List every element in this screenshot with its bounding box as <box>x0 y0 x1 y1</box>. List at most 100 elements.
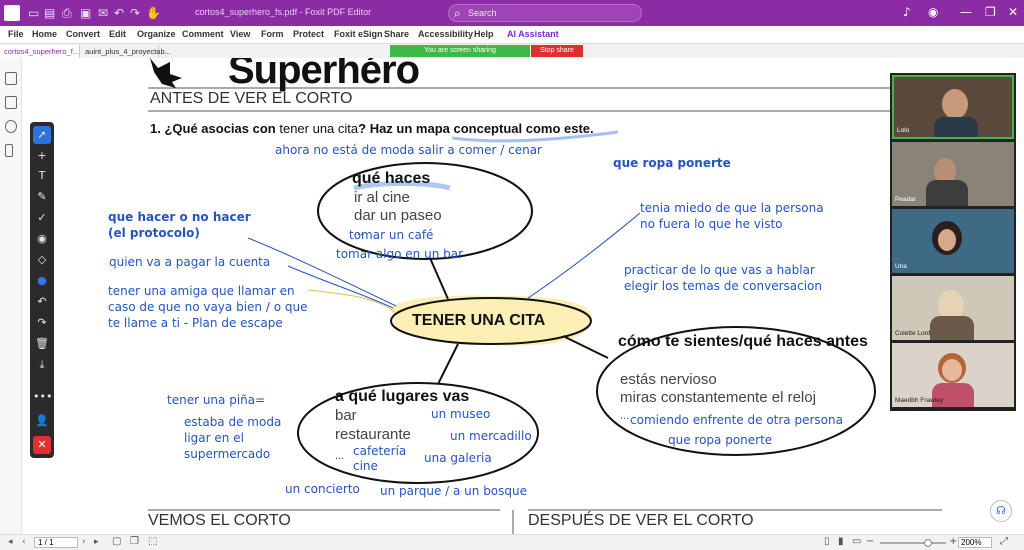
menu-share[interactable]: Share <box>384 29 409 39</box>
pages-icon[interactable] <box>5 96 17 109</box>
zoom-slider-handle[interactable] <box>924 539 932 547</box>
undo-icon[interactable]: ↶ <box>114 6 124 20</box>
notifications-icon[interactable]: ♪ <box>903 5 911 19</box>
redo-icon[interactable]: ↷ <box>130 6 140 20</box>
annotation-text: caso de que no vaya bien / o que <box>108 300 308 314</box>
page-number-input[interactable]: 1 / 1 <box>34 537 78 548</box>
continuous-icon[interactable]: ▮ <box>838 536 844 547</box>
node-right-title: cómo te sientes/qué haces antes <box>618 333 868 350</box>
search-box[interactable]: ⌕ Search <box>448 4 642 22</box>
download-tool-icon[interactable]: ⤓ <box>33 356 51 374</box>
menu-foxit-esign[interactable]: Foxit eSign <box>334 29 383 39</box>
menu-convert[interactable]: Convert <box>66 29 100 39</box>
menu-organize[interactable]: Organize <box>137 29 176 39</box>
menu-help[interactable]: Help <box>474 29 494 39</box>
menu-form[interactable]: Form <box>261 29 284 39</box>
tab-cortos4[interactable]: cortos4_superhero_f... <box>0 45 80 58</box>
participant-tile[interactable]: Peadar <box>892 142 1014 206</box>
menu-view[interactable]: View <box>230 29 250 39</box>
help-headset-icon[interactable]: ☊ <box>990 500 1012 522</box>
fullscreen-icon[interactable]: ⤢ <box>1000 536 1008 547</box>
section-after-heading: DESPUÉS DE VER EL CORTO <box>528 512 754 529</box>
sharing-message: You are screen sharing <box>424 47 496 54</box>
more-options-icon[interactable]: ••• <box>33 388 52 406</box>
participant-tile[interactable]: Colette Lord <box>892 276 1014 340</box>
prev-page-icon[interactable]: ‹ <box>22 537 26 547</box>
participant-name: Una <box>895 263 907 270</box>
account-icon[interactable]: ◉ <box>928 5 938 19</box>
view-mode-icon[interactable]: ❐ <box>130 536 139 547</box>
next-page-icon[interactable]: › <box>82 537 86 547</box>
color-picker-icon[interactable]: ● <box>33 272 51 290</box>
single-page-icon[interactable]: ▯ <box>824 536 830 547</box>
close-toolbox-icon[interactable]: ✕ <box>33 436 51 454</box>
participant-tile[interactable]: Una <box>892 209 1014 273</box>
stop-share-button[interactable]: Stop share <box>531 45 583 57</box>
menu-home[interactable]: Home <box>32 29 57 39</box>
question-number: 1. <box>150 121 161 136</box>
zoom-out-icon[interactable]: − <box>866 536 874 547</box>
save-icon[interactable]: ▣ <box>80 6 91 20</box>
participant-tile[interactable]: Lolo <box>892 75 1014 139</box>
participant-body <box>934 117 978 137</box>
rotate-icon[interactable]: ⬚ <box>148 536 157 547</box>
participant-body <box>926 180 968 206</box>
zoom-in-icon[interactable]: + <box>949 536 957 547</box>
bookmark-icon[interactable] <box>5 72 17 85</box>
document-title: cortos4_superhero_fs.pdf - Foxit PDF Edi… <box>195 7 372 17</box>
annotation-text: elegir los temas de conversacion <box>624 279 822 293</box>
mail-icon[interactable]: ✉ <box>98 6 108 20</box>
attachment-icon[interactable] <box>5 144 13 157</box>
pen-tool-icon[interactable]: ✎ <box>33 188 51 206</box>
redo-tool-icon[interactable]: ↷ <box>33 314 51 332</box>
add-tool-icon[interactable]: + <box>33 147 51 165</box>
node-right-ellipsis: ... <box>620 410 630 422</box>
menu-ai-assistant[interactable]: AI Assistant <box>507 29 559 39</box>
menu-accessibility[interactable]: Accessibility <box>418 29 473 39</box>
video-call-panel: Lolo Peadar Una Colette Lord Maedbh Fraw… <box>890 73 1016 411</box>
close-icon[interactable]: ✕ <box>1008 5 1018 19</box>
select-tool-icon[interactable]: ➚ <box>33 126 51 144</box>
text-tool-icon[interactable]: T <box>33 167 51 185</box>
check-tool-icon[interactable]: ✓ <box>33 209 51 227</box>
question-part-2: tener una cita <box>279 121 359 136</box>
tab-label: cortos4_superhero_f... <box>4 47 80 56</box>
fit-page-icon[interactable]: ▢ <box>112 536 121 547</box>
menu-comment[interactable]: Comment <box>182 29 224 39</box>
restore-icon[interactable]: ❐ <box>985 5 996 19</box>
comments-icon[interactable] <box>5 120 17 133</box>
annotation-text: ahora no está de moda salir a comer / ce… <box>275 143 542 157</box>
undo-tool-icon[interactable]: ↶ <box>33 293 51 311</box>
left-navigation-rail <box>0 58 22 534</box>
stop-share-label: Stop share <box>540 47 574 54</box>
people-icon[interactable]: 👤 <box>33 412 51 430</box>
delete-tool-icon[interactable]: 🗑 <box>33 335 51 353</box>
zoom-level-select[interactable]: 200% <box>958 537 992 548</box>
minimize-icon[interactable]: — <box>960 5 972 19</box>
annotation-text: que hacer o no hacer <box>108 210 251 224</box>
annotation-text: un concierto <box>285 482 360 496</box>
participant-name: Colette Lord <box>895 330 931 337</box>
zoom-slider[interactable] <box>880 539 946 547</box>
last-page-icon[interactable]: ▸ <box>94 537 99 547</box>
node-right-item: miras constantemente el reloj <box>620 389 816 406</box>
title-bar: ▭ ▤ ⎙ ▣ ✉ ↶ ↷ ✋ cortos4_superhero_fs.pdf… <box>0 0 1024 26</box>
stamp-tool-icon[interactable]: ◉ <box>33 230 51 248</box>
tab-auint-plus[interactable]: auint_plus_4_proyectab... <box>81 45 171 58</box>
folder-icon[interactable]: ▤ <box>44 6 55 20</box>
annotation-text: que ropa ponerte <box>613 156 731 170</box>
hand-tool-icon[interactable]: ✋ <box>146 6 161 20</box>
eraser-tool-icon[interactable]: ◇ <box>33 251 51 269</box>
first-page-icon[interactable]: ◂ <box>8 537 13 547</box>
annotation-text: supermercado <box>184 447 271 461</box>
menu-protect[interactable]: Protect <box>293 29 324 39</box>
node-top-item: ir al cine <box>354 189 410 206</box>
menu-file[interactable]: File <box>8 29 24 39</box>
participant-tile[interactable]: Maedbh Frawley <box>892 343 1014 407</box>
menu-edit[interactable]: Edit <box>109 29 126 39</box>
two-page-icon[interactable]: ▭ <box>852 536 861 547</box>
center-node: TENER UNA CITA <box>412 312 546 329</box>
open-file-icon[interactable]: ▭ <box>28 6 39 20</box>
print-icon[interactable]: ⎙ <box>62 6 72 20</box>
node-top-title: qué haces <box>352 170 431 187</box>
